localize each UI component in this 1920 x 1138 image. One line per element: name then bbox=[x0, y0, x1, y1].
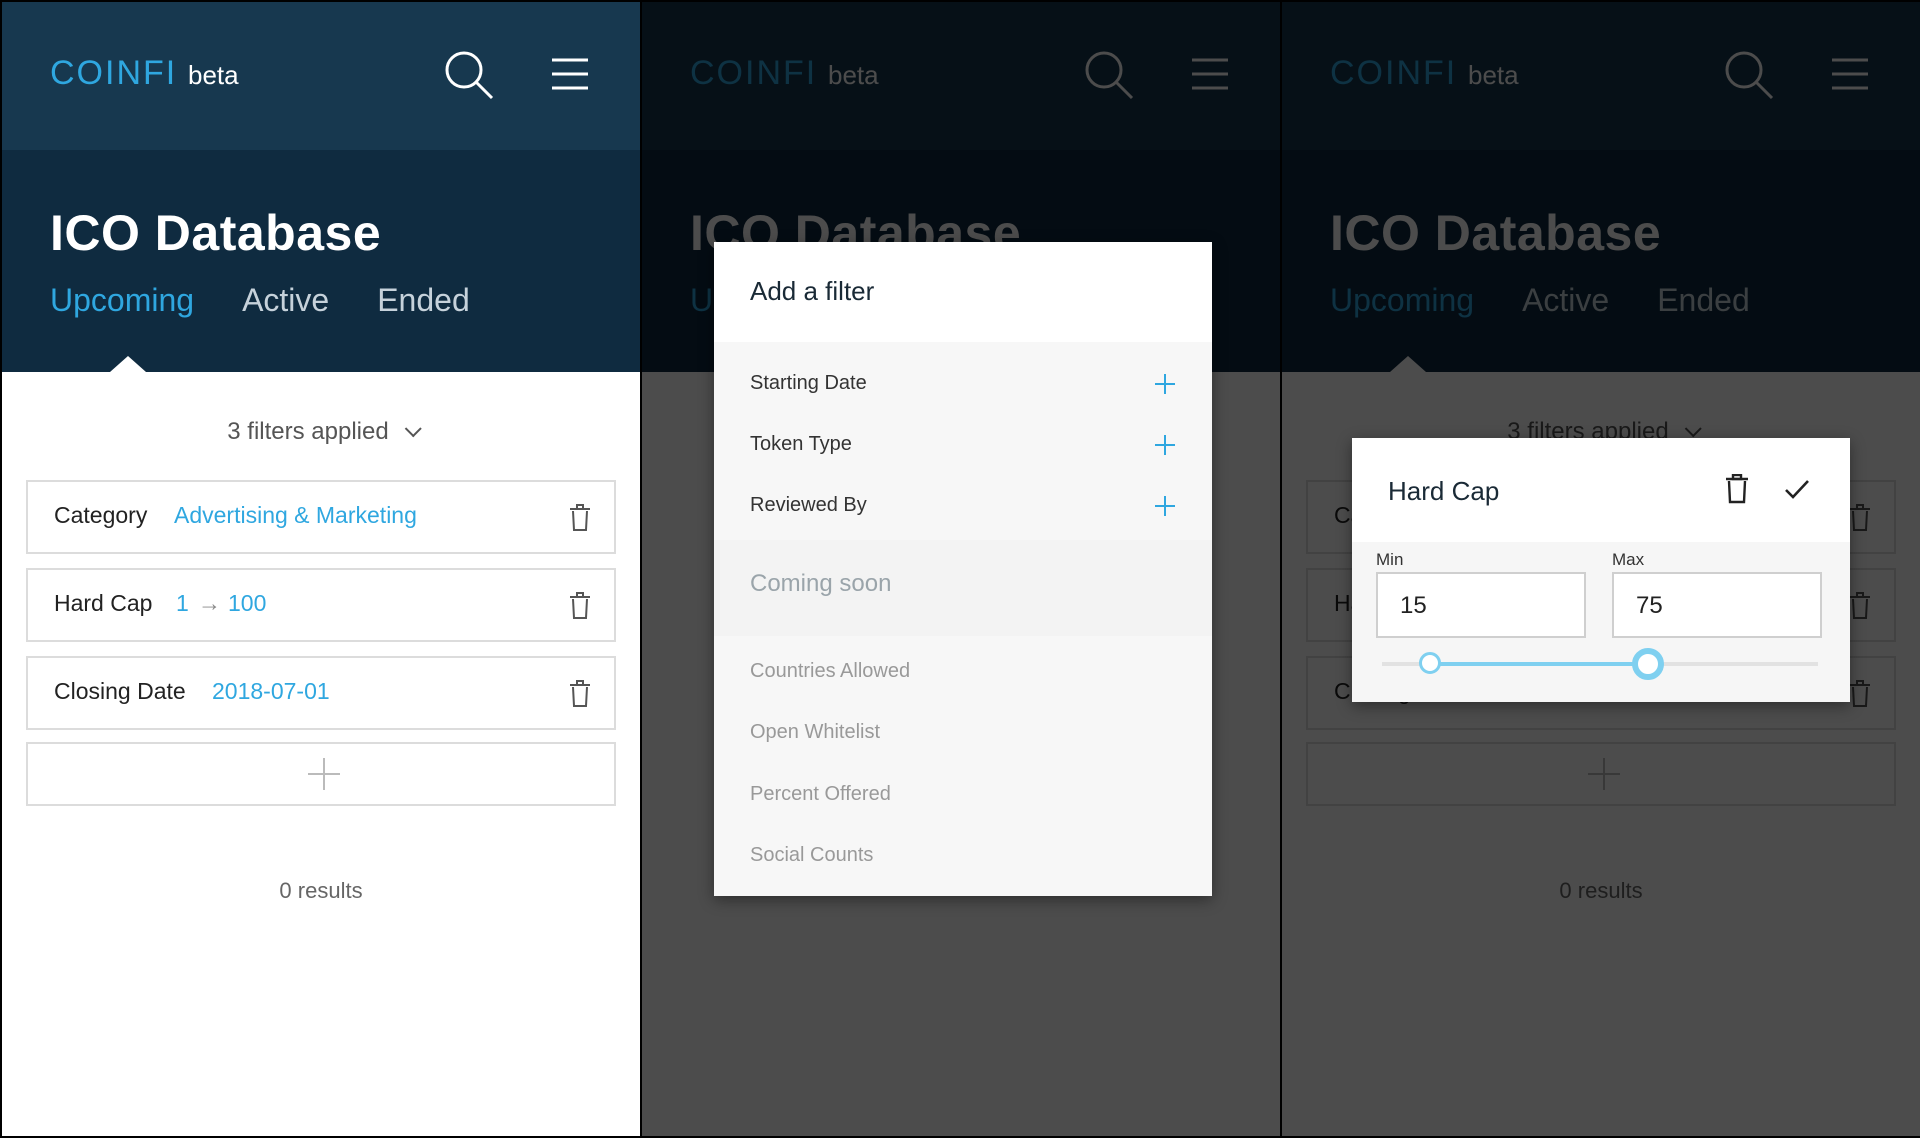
tab-ended[interactable]: Ended bbox=[377, 282, 470, 319]
results-count: 0 results bbox=[279, 878, 363, 903]
filter-value-from: 1 bbox=[176, 590, 189, 616]
arrow-right-icon: → bbox=[198, 590, 221, 616]
filter-option-percent-offered: Percent Offered bbox=[750, 783, 891, 805]
filter-card-category[interactable]: Category Advertising & Marketing bbox=[26, 480, 616, 554]
filter-card-hard-cap[interactable]: Hard Cap 1 → 100 bbox=[26, 568, 616, 642]
max-input[interactable]: 75 bbox=[1612, 572, 1822, 638]
trash-icon[interactable] bbox=[568, 680, 592, 708]
plus-icon[interactable] bbox=[1154, 373, 1176, 395]
range-slider-track[interactable] bbox=[1382, 662, 1818, 666]
filter-option-token-type[interactable]: Token Type bbox=[750, 433, 852, 456]
filter-card-closing-date[interactable]: Closing Date 2018-07-01 bbox=[26, 656, 616, 730]
check-icon[interactable] bbox=[1784, 478, 1810, 500]
filter-option-social-counts: Social Counts bbox=[750, 844, 874, 866]
filter-option-starting-date[interactable]: Starting Date bbox=[750, 372, 867, 395]
filter-value: Advertising & Marketing bbox=[174, 502, 417, 528]
screen-filters-list: COINFI beta ICO Database Upcoming Active… bbox=[2, 2, 640, 1136]
filter-option-reviewed-by[interactable]: Reviewed By bbox=[750, 494, 867, 517]
page-title: ICO Database bbox=[50, 205, 382, 261]
filter-label: Hard Cap bbox=[54, 590, 153, 616]
range-slider-min-handle[interactable] bbox=[1418, 652, 1441, 674]
plus-icon bbox=[308, 758, 340, 790]
chevron-down-icon bbox=[404, 420, 422, 438]
beta-label: beta bbox=[188, 60, 239, 90]
filter-label: Category bbox=[54, 502, 148, 528]
logo[interactable]: COINFI bbox=[50, 54, 177, 93]
filter-value: 2018-07-01 bbox=[212, 678, 330, 704]
trash-icon[interactable] bbox=[568, 504, 592, 532]
filter-option-open-whitelist: Open Whitelist bbox=[750, 721, 881, 743]
max-label: Max bbox=[1612, 550, 1645, 569]
modal-title: Hard Cap bbox=[1388, 476, 1500, 506]
filters-summary[interactable]: 3 filters applied bbox=[2, 418, 640, 446]
modal-title: Add a filter bbox=[750, 276, 875, 306]
range-editor: Min 15 Max 75 bbox=[1352, 542, 1850, 702]
add-filter-modal: Add a filter Starting Date Token Type Re… bbox=[714, 242, 1212, 896]
screen-edit-hard-cap: COINFI beta ICO Database Upcoming Active… bbox=[1282, 2, 1920, 1136]
menu-icon[interactable] bbox=[550, 54, 590, 94]
hard-cap-modal: Hard Cap Min 15 Max 75 bbox=[1352, 438, 1850, 702]
screen-add-filter: COINFI beta ICO Database Upcoming Active… bbox=[642, 2, 1280, 1136]
filter-option-countries-allowed: Countries Allowed bbox=[750, 660, 911, 682]
filters-content: 3 filters applied Category Advertising &… bbox=[2, 372, 640, 1136]
filter-label: Closing Date bbox=[54, 678, 186, 704]
plus-icon[interactable] bbox=[1154, 495, 1176, 517]
min-label: Min bbox=[1376, 550, 1404, 569]
search-icon[interactable] bbox=[442, 48, 496, 102]
filter-value-to: 100 bbox=[228, 590, 267, 616]
tab-active[interactable]: Active bbox=[242, 282, 329, 319]
active-tab-indicator bbox=[110, 356, 146, 372]
trash-icon[interactable] bbox=[568, 592, 592, 620]
range-slider-fill bbox=[1429, 662, 1648, 666]
top-bar: COINFI beta bbox=[2, 2, 640, 150]
modal-header: Add a filter bbox=[714, 242, 1212, 342]
add-filter-button[interactable] bbox=[26, 742, 616, 806]
modal-header: Hard Cap bbox=[1352, 438, 1850, 542]
tab-upcoming[interactable]: Upcoming bbox=[50, 282, 194, 319]
trash-icon[interactable] bbox=[1724, 474, 1750, 504]
plus-icon[interactable] bbox=[1154, 434, 1176, 456]
min-input[interactable]: 15 bbox=[1376, 572, 1586, 638]
range-slider-max-handle[interactable] bbox=[1631, 648, 1664, 680]
tab-bar: Upcoming Active Ended bbox=[50, 282, 470, 319]
filters-summary-label: 3 filters applied bbox=[227, 418, 389, 445]
coming-soon-heading: Coming soon bbox=[750, 570, 892, 597]
hero: ICO Database Upcoming Active Ended bbox=[2, 150, 640, 372]
